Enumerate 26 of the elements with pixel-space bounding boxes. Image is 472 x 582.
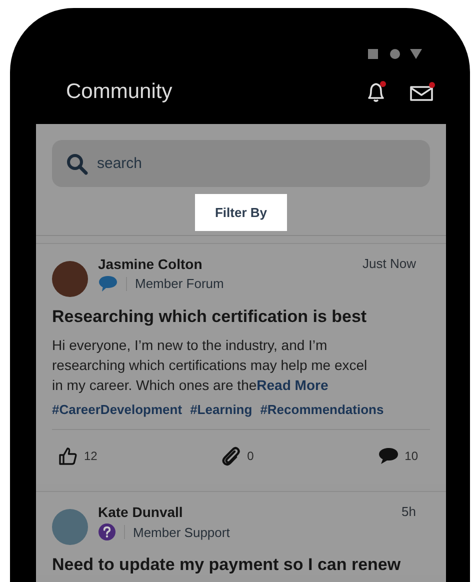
hashtag-link[interactable]: #CareerDevelopment bbox=[52, 402, 182, 417]
search-field[interactable]: search bbox=[52, 140, 430, 187]
hashtag-link[interactable]: #Recommendations bbox=[260, 402, 384, 417]
paperclip-icon[interactable] bbox=[221, 446, 242, 466]
post-title[interactable]: Need to update my payment so I can renew bbox=[52, 555, 430, 575]
category-label: Member Support bbox=[133, 524, 230, 540]
post-title[interactable]: Researching which certification is best bbox=[52, 307, 430, 327]
post-time: Just Now bbox=[362, 256, 417, 271]
app-title: Community bbox=[66, 80, 172, 104]
question-icon bbox=[98, 523, 116, 541]
post-excerpt: Hi everyone, I’m new to the industry, and I’m researching which certifications may help me excel in my career. Which ones are theRead More bbox=[52, 336, 368, 395]
comment-icon[interactable] bbox=[378, 447, 399, 465]
author-name[interactable]: Jasmine Colton bbox=[98, 256, 353, 272]
avatar bbox=[52, 261, 88, 297]
read-more-link[interactable]: Read More bbox=[256, 377, 328, 393]
author-name[interactable]: Kate Dunvall bbox=[98, 504, 392, 520]
filter-by-button[interactable]: Filter By bbox=[194, 194, 287, 231]
like-count: 12 bbox=[84, 449, 98, 463]
category-label: Member Forum bbox=[135, 276, 224, 291]
thumbs-up-icon[interactable] bbox=[58, 446, 78, 466]
avatar bbox=[52, 509, 88, 545]
hashtag-link[interactable]: #Learning bbox=[190, 402, 252, 417]
chat-bubble-icon bbox=[98, 275, 118, 292]
comment-count: 10 bbox=[404, 449, 418, 463]
attachment-count: 0 bbox=[247, 449, 254, 463]
post-time: 5h bbox=[402, 504, 417, 519]
